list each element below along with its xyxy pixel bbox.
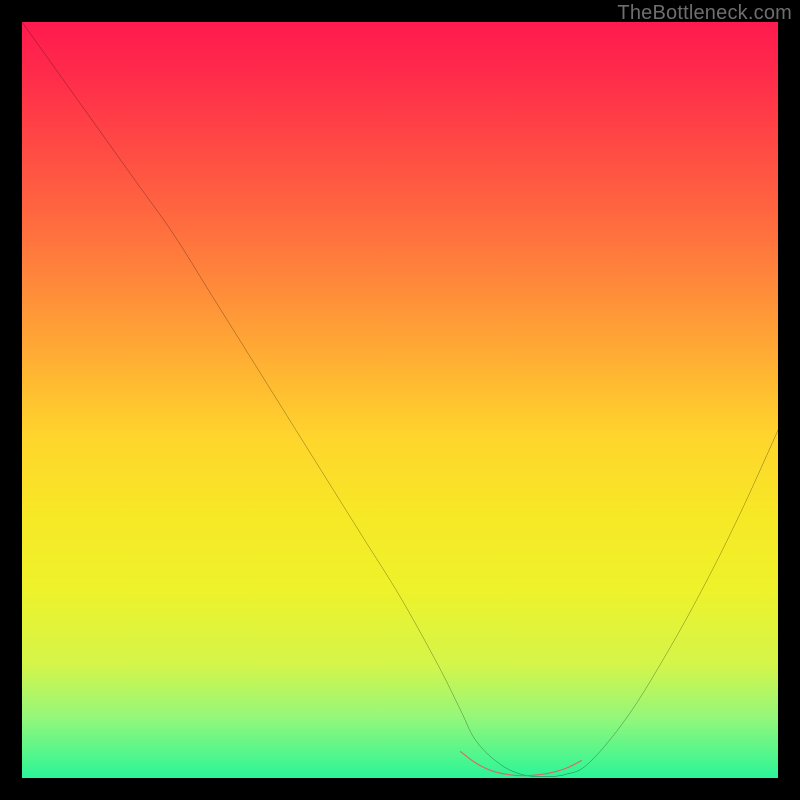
watermark-text: TheBottleneck.com [617,2,792,25]
curve-svg [22,22,778,778]
highlight-segment [460,752,581,776]
bottleneck-curve [22,22,778,776]
chart-container: TheBottleneck.com [0,0,800,800]
